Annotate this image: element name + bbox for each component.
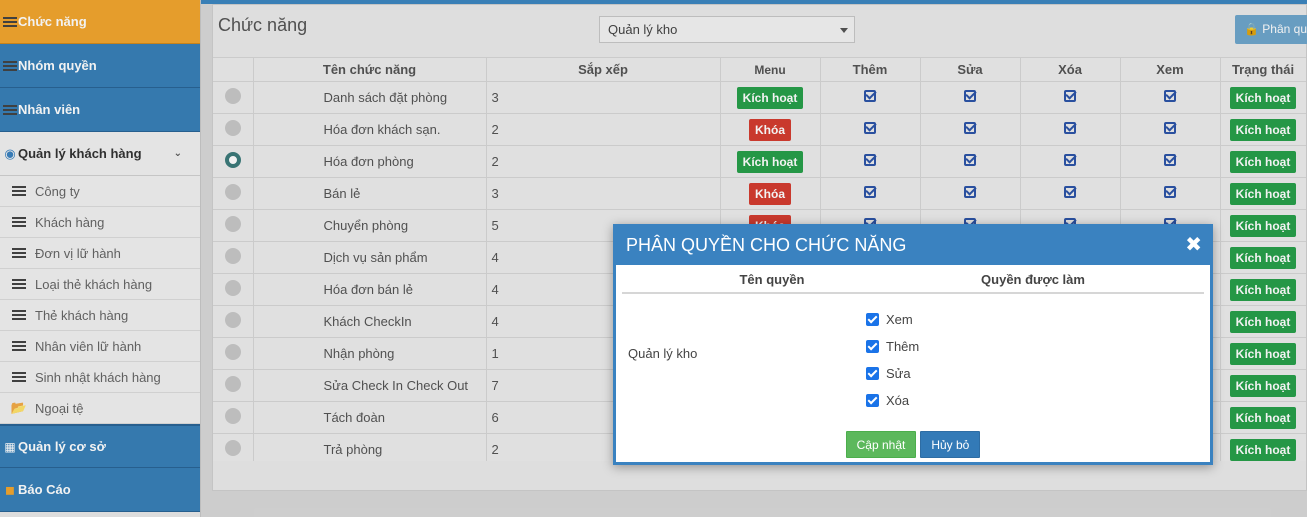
modal-header: PHÂN QUYỀN CHO CHỨC NĂNG ✖ bbox=[616, 227, 1210, 265]
modal-col-name: Tên quyền bbox=[739, 272, 805, 287]
perm-row-delete[interactable]: Xóa bbox=[866, 387, 919, 414]
perm-label: Sửa bbox=[886, 366, 911, 381]
modal-title: PHÂN QUYỀN CHO CHỨC NĂNG bbox=[626, 235, 907, 255]
add-checkbox[interactable] bbox=[866, 340, 879, 353]
update-button[interactable]: Cập nhật bbox=[845, 431, 917, 458]
modal-table-header: Tên quyền Quyền được làm bbox=[622, 267, 1204, 294]
edit-checkbox[interactable] bbox=[866, 367, 879, 380]
modal-permission-table: Tên quyền Quyền được làm Quản lý kho Xem… bbox=[622, 267, 1204, 412]
delete-checkbox[interactable] bbox=[866, 394, 879, 407]
perm-label: Thêm bbox=[886, 339, 920, 354]
view-checkbox[interactable] bbox=[866, 313, 879, 326]
cancel-button[interactable]: Hủy bỏ bbox=[920, 431, 981, 458]
close-icon[interactable]: ✖ bbox=[1185, 232, 1202, 257]
perm-label: Xóa bbox=[886, 393, 910, 408]
modal-col-perms: Quyền được làm bbox=[981, 272, 1085, 287]
perm-row-edit[interactable]: Sửa bbox=[866, 360, 919, 387]
perm-row-view[interactable]: Xem bbox=[866, 306, 919, 333]
modal-footer: Cập nhật Hủy bỏ bbox=[616, 431, 1210, 458]
perm-row-add[interactable]: Thêm bbox=[866, 333, 919, 360]
modal-row-label: Quản lý kho bbox=[628, 345, 698, 361]
permission-modal: PHÂN QUYỀN CHO CHỨC NĂNG ✖ Tên quyền Quy… bbox=[613, 224, 1213, 465]
modal-table-row: Quản lý kho Xem Thêm Sửa Xóa bbox=[622, 294, 1204, 412]
modal-permission-list: Xem Thêm Sửa Xóa bbox=[862, 294, 919, 412]
perm-label: Xem bbox=[886, 312, 913, 327]
